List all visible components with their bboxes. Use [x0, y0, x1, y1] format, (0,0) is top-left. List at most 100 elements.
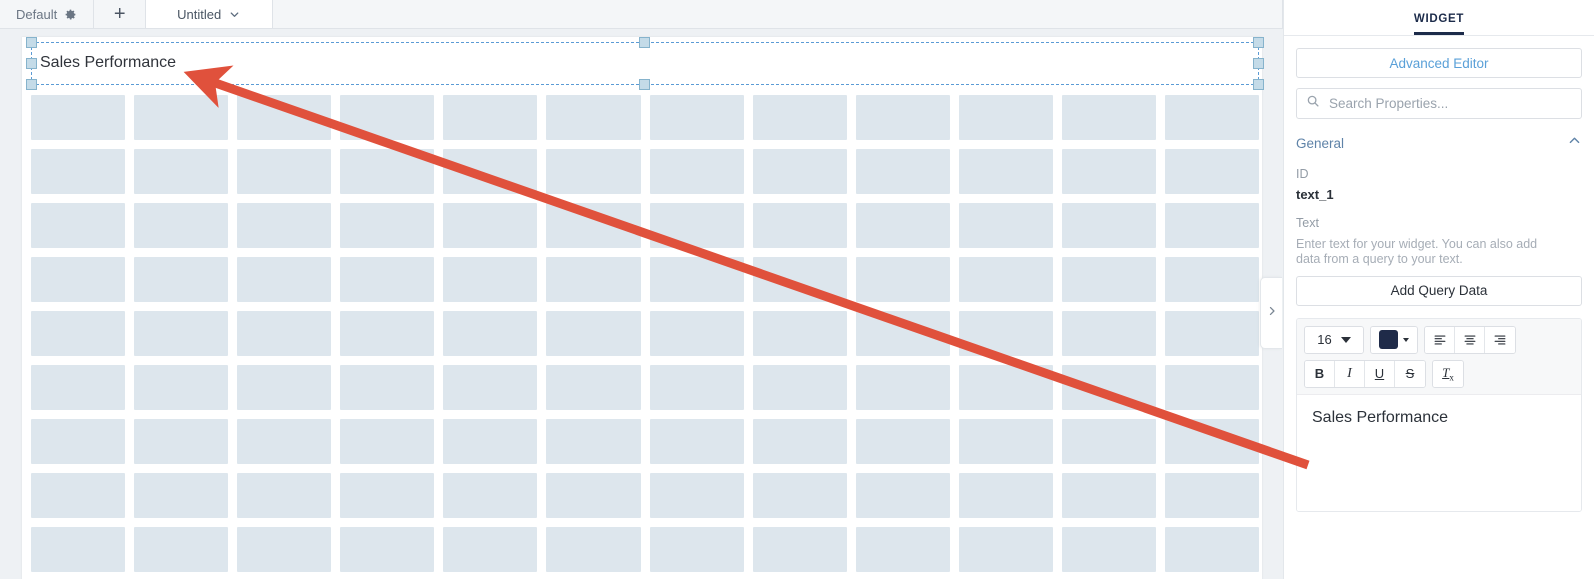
- grid-placeholder-cell[interactable]: [237, 257, 332, 302]
- grid-placeholder-cell[interactable]: [1061, 365, 1156, 410]
- grid-placeholder-cell[interactable]: [958, 365, 1053, 410]
- grid-placeholder-cell[interactable]: [134, 365, 229, 410]
- font-size-dropdown[interactable]: 16: [1305, 326, 1363, 353]
- tab-default[interactable]: Default: [0, 0, 95, 28]
- panel-collapse-toggle[interactable]: [1260, 277, 1282, 349]
- grid-placeholder-cell[interactable]: [958, 473, 1053, 518]
- grid-placeholder-cell[interactable]: [443, 311, 538, 356]
- grid-placeholder-cell[interactable]: [340, 473, 435, 518]
- grid-placeholder-cell[interactable]: [134, 473, 229, 518]
- resize-handle-middle-right[interactable]: [1253, 57, 1264, 69]
- grid-placeholder-cell[interactable]: [649, 203, 744, 248]
- grid-placeholder-cell[interactable]: [237, 419, 332, 464]
- add-page-button[interactable]: +: [94, 0, 147, 28]
- grid-placeholder-cell[interactable]: [752, 419, 847, 464]
- grid-placeholder-cell[interactable]: [649, 311, 744, 356]
- tab-widget[interactable]: WIDGET: [1413, 13, 1465, 35]
- grid-placeholder-cell[interactable]: [1164, 365, 1259, 410]
- grid-placeholder-cell[interactable]: [546, 365, 641, 410]
- resize-handle-bottom-left[interactable]: [26, 79, 37, 90]
- strikethrough-button[interactable]: S: [1395, 360, 1425, 387]
- grid-placeholder-cell[interactable]: [31, 257, 126, 302]
- grid-placeholder-cell[interactable]: [443, 365, 538, 410]
- grid-placeholder-cell[interactable]: [1164, 203, 1259, 248]
- canvas-area[interactable]: Sales Performance: [0, 29, 1283, 579]
- add-query-data-button[interactable]: Add Query Data: [1296, 275, 1582, 306]
- grid-placeholder-cell[interactable]: [1164, 95, 1259, 140]
- grid-placeholder-cell[interactable]: [1061, 473, 1156, 518]
- bold-button[interactable]: B: [1305, 360, 1335, 387]
- grid-placeholder-cell[interactable]: [546, 419, 641, 464]
- grid-placeholder-cell[interactable]: [752, 149, 847, 194]
- grid-placeholder-cell[interactable]: [31, 95, 126, 140]
- grid-placeholder-cell[interactable]: [134, 257, 229, 302]
- grid-placeholder-cell[interactable]: [340, 257, 435, 302]
- canvas-sheet[interactable]: Sales Performance: [22, 37, 1264, 579]
- grid-placeholder-cell[interactable]: [237, 203, 332, 248]
- advanced-editor-button[interactable]: Advanced Editor: [1296, 48, 1582, 78]
- grid-placeholder-cell[interactable]: [134, 527, 229, 572]
- grid-placeholder-cell[interactable]: [958, 311, 1053, 356]
- grid-placeholder-cell[interactable]: [237, 149, 332, 194]
- grid-placeholder-cell[interactable]: [237, 95, 332, 140]
- italic-button[interactable]: I: [1335, 360, 1365, 387]
- grid-placeholder-cell[interactable]: [546, 311, 641, 356]
- resize-handle-bottom-center[interactable]: [639, 79, 650, 90]
- align-center-button[interactable]: [1455, 326, 1485, 353]
- underline-button[interactable]: U: [1365, 360, 1395, 387]
- search-properties-input[interactable]: [1327, 95, 1572, 112]
- grid-placeholder-cell[interactable]: [546, 149, 641, 194]
- grid-placeholder-cell[interactable]: [855, 95, 950, 140]
- grid-placeholder-cell[interactable]: [443, 257, 538, 302]
- grid-placeholder-cell[interactable]: [649, 419, 744, 464]
- grid-placeholder-cell[interactable]: [752, 257, 847, 302]
- grid-placeholder-cell[interactable]: [649, 149, 744, 194]
- grid-placeholder-cell[interactable]: [443, 473, 538, 518]
- grid-placeholder-cell[interactable]: [443, 527, 538, 572]
- chevron-down-icon[interactable]: [228, 8, 241, 21]
- grid-placeholder-cell[interactable]: [752, 365, 847, 410]
- grid-placeholder-cell[interactable]: [752, 473, 847, 518]
- grid-placeholder-cell[interactable]: [1061, 95, 1156, 140]
- grid-placeholder-cell[interactable]: [546, 257, 641, 302]
- resize-handle-top-left[interactable]: [26, 37, 37, 48]
- grid-placeholder-cell[interactable]: [546, 527, 641, 572]
- grid-placeholder-cell[interactable]: [752, 311, 847, 356]
- grid-placeholder-cell[interactable]: [1164, 311, 1259, 356]
- grid-placeholder-cell[interactable]: [340, 311, 435, 356]
- grid-placeholder-cell[interactable]: [855, 203, 950, 248]
- grid-placeholder-cell[interactable]: [134, 419, 229, 464]
- grid-placeholder-cell[interactable]: [134, 203, 229, 248]
- resize-handle-top-center[interactable]: [639, 37, 650, 48]
- grid-placeholder-cell[interactable]: [134, 311, 229, 356]
- text-color-picker[interactable]: [1371, 326, 1417, 353]
- grid-placeholder-cell[interactable]: [443, 203, 538, 248]
- grid-placeholder-cell[interactable]: [1061, 419, 1156, 464]
- chevron-up-icon[interactable]: [1567, 133, 1582, 153]
- grid-placeholder-cell[interactable]: [855, 365, 950, 410]
- grid-placeholder-cell[interactable]: [649, 473, 744, 518]
- grid-placeholder-cell[interactable]: [443, 95, 538, 140]
- grid-placeholder-cell[interactable]: [237, 473, 332, 518]
- grid-placeholder-cell[interactable]: [958, 257, 1053, 302]
- grid-placeholder-cell[interactable]: [752, 203, 847, 248]
- grid-placeholder-cell[interactable]: [443, 149, 538, 194]
- grid-placeholder-cell[interactable]: [31, 149, 126, 194]
- tab-untitled[interactable]: Untitled: [146, 0, 274, 28]
- grid-placeholder-cell[interactable]: [134, 149, 229, 194]
- resize-handle-top-right[interactable]: [1253, 37, 1264, 48]
- grid-placeholder-cell[interactable]: [752, 527, 847, 572]
- gear-icon[interactable]: [64, 8, 77, 21]
- grid-placeholder-cell[interactable]: [1164, 257, 1259, 302]
- grid-placeholder-cell[interactable]: [1061, 149, 1156, 194]
- grid-placeholder-cell[interactable]: [1061, 527, 1156, 572]
- grid-placeholder-cell[interactable]: [1164, 419, 1259, 464]
- align-right-button[interactable]: [1485, 326, 1515, 353]
- rich-text-content[interactable]: Sales Performance: [1297, 394, 1581, 511]
- text-widget-selected[interactable]: Sales Performance: [26, 37, 1264, 90]
- grid-placeholder-cell[interactable]: [31, 527, 126, 572]
- grid-placeholder-cell[interactable]: [340, 203, 435, 248]
- grid-placeholder-cell[interactable]: [546, 95, 641, 140]
- grid-placeholder-cell[interactable]: [1164, 149, 1259, 194]
- grid-placeholder-cell[interactable]: [546, 473, 641, 518]
